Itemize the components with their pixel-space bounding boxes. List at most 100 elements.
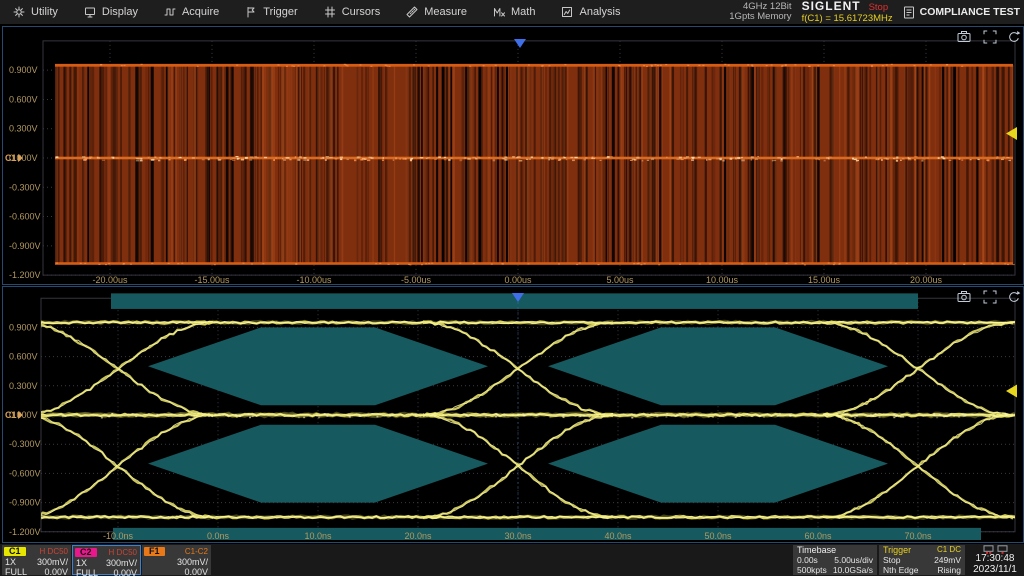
channel-tag-c1: C1 bbox=[5, 410, 17, 420]
trigger-position-marker[interactable] bbox=[514, 39, 526, 48]
timebase-delay: 0.00s bbox=[797, 555, 818, 565]
c2-offset-label: 0.00V bbox=[113, 568, 137, 576]
timebase-sample-rate: 10.0GSa/s bbox=[833, 565, 873, 575]
menu-bar: Utility Display Acquire Trigger Cursors Measu… bbox=[0, 0, 1024, 24]
time-tick-label: 15.00us bbox=[808, 275, 841, 284]
menu-item-analysis[interactable]: Analysis bbox=[548, 0, 633, 24]
menu-item-label: Trigger bbox=[263, 6, 297, 18]
time-tick-label: -10.0ns bbox=[103, 531, 134, 541]
time-tick-label: -20.00us bbox=[92, 275, 128, 284]
time-tick-label: 60.0ns bbox=[804, 531, 832, 541]
clock-panel[interactable]: 17:30:48 2023/11/1 bbox=[967, 545, 1023, 575]
compliance-test-label: COMPLIANCE TEST bbox=[920, 6, 1020, 18]
channel-box-c1[interactable]: C1 H DC50 1X 300mV/ FULL 0.00V bbox=[2, 545, 71, 575]
time-tick-label: 5.00us bbox=[606, 275, 634, 284]
menu-item-measure[interactable]: Measure bbox=[393, 0, 480, 24]
compliance-test-button[interactable]: COMPLIANCE TEST bbox=[903, 6, 1020, 19]
c1-badge: C1 bbox=[4, 547, 26, 556]
status-bar: C1 H DC50 1X 300mV/ FULL 0.00V C2 H DC50… bbox=[0, 544, 1024, 576]
brand-block: SIGLENT Stop f(C1) = 15.61723MHz bbox=[802, 1, 893, 24]
main-waveform-plot[interactable]: 0.900V0.600V0.300V0.000V-0.300V-0.600V-0… bbox=[3, 27, 1023, 284]
timebase-points: 500kpts bbox=[797, 565, 827, 575]
menu-item-cursors[interactable]: Cursors bbox=[311, 0, 394, 24]
time-tick-label: 10.00us bbox=[706, 275, 739, 284]
channel-tag-c1: C1 bbox=[5, 153, 17, 163]
menu-item-label: Acquire bbox=[182, 6, 219, 18]
report-icon bbox=[903, 6, 915, 19]
c1-acquisition-trace bbox=[55, 64, 1015, 266]
channel-box-c2[interactable]: C2 H DC50 1X 300mV/ FULL 0.00V bbox=[72, 545, 141, 575]
time-tick-label: 50.0ns bbox=[704, 531, 732, 541]
menu-items: Utility Display Acquire Trigger Cursors Measu… bbox=[0, 0, 633, 24]
c1-offset-label: 0.00V bbox=[44, 567, 68, 576]
menu-item-label: Measure bbox=[424, 6, 467, 18]
f1-source-label: C1-C2 bbox=[185, 547, 208, 556]
frequency-counter-readout: f(C1) = 15.61723MHz bbox=[802, 14, 893, 24]
math-icon bbox=[493, 6, 505, 18]
time-tick-label: -5.00us bbox=[401, 275, 432, 284]
timebase-title: Timebase bbox=[797, 545, 836, 555]
gear-icon bbox=[13, 6, 25, 18]
menu-bar-right: 4GHz 12Bit 1Gpts Memory SIGLENT Stop f(C… bbox=[729, 0, 1020, 24]
trigger-title: Trigger bbox=[883, 545, 911, 555]
menu-item-display[interactable]: Display bbox=[71, 0, 151, 24]
trigger-panel[interactable]: Trigger C1 DC Stop 249mV Nth Edge Rising bbox=[879, 545, 965, 575]
time-tick-label: 0.0ns bbox=[207, 531, 230, 541]
volt-tick-label: -1.200V bbox=[9, 270, 41, 280]
run-state-indicator[interactable]: Stop bbox=[869, 3, 889, 13]
time-tick-label: 20.0ns bbox=[404, 531, 432, 541]
trigger-level-marker[interactable] bbox=[1006, 385, 1017, 398]
clock-time: 17:30:48 bbox=[967, 554, 1023, 565]
c2-probe-label: 1X bbox=[76, 558, 87, 568]
trigger-status: Stop bbox=[883, 555, 901, 565]
menu-item-label: Math bbox=[511, 6, 535, 18]
display-icon bbox=[84, 6, 96, 18]
trigger-level: 249mV bbox=[934, 555, 961, 565]
timebase-scale: 5.00us/div bbox=[834, 555, 873, 565]
restore-icon[interactable] bbox=[1010, 31, 1021, 41]
acquire-icon bbox=[164, 6, 176, 18]
volt-tick-label: 0.300V bbox=[9, 124, 38, 134]
volt-tick-label: 0.900V bbox=[9, 322, 38, 332]
measure-icon bbox=[406, 6, 418, 18]
time-tick-label: 10.0ns bbox=[304, 531, 332, 541]
volt-tick-label: 0.300V bbox=[9, 381, 38, 391]
c1-eye-trace bbox=[23, 321, 1015, 518]
timebase-panel[interactable]: Timebase 0.00s 5.00us/div 500kpts 10.0GS… bbox=[793, 545, 877, 575]
volt-tick-label: -0.900V bbox=[9, 241, 41, 251]
menu-item-label: Analysis bbox=[579, 6, 620, 18]
menu-item-math[interactable]: Math bbox=[480, 0, 548, 24]
c2-badge: C2 bbox=[75, 548, 97, 557]
menu-item-utility[interactable]: Utility bbox=[0, 0, 71, 24]
c2-scale-label: 300mV/ bbox=[106, 558, 137, 568]
function-box-f1[interactable]: F1 C1-C2 300mV/ 0.00V bbox=[142, 545, 211, 575]
volt-tick-label: -0.600V bbox=[9, 212, 41, 222]
volt-tick-label: -0.900V bbox=[9, 498, 41, 508]
f1-scale-label: 300mV/ bbox=[177, 557, 208, 567]
c1-probe-label: 1X bbox=[5, 557, 16, 567]
brand-logo: SIGLENT bbox=[802, 1, 861, 11]
time-tick-label: 20.00us bbox=[910, 275, 943, 284]
c2-bandwidth-label: FULL bbox=[76, 568, 98, 576]
camera-icon[interactable] bbox=[958, 32, 970, 42]
volt-tick-label: -1.200V bbox=[9, 527, 41, 537]
time-tick-label: 0.00us bbox=[504, 275, 532, 284]
volt-tick-label: 0.600V bbox=[9, 94, 38, 104]
time-tick-label: 70.0ns bbox=[904, 531, 932, 541]
trigger-source: C1 DC bbox=[937, 545, 961, 555]
menu-item-acquire[interactable]: Acquire bbox=[151, 0, 232, 24]
clock-date: 2023/11/1 bbox=[967, 565, 1023, 576]
menu-item-trigger[interactable]: Trigger bbox=[232, 0, 310, 24]
camera-icon[interactable] bbox=[958, 292, 970, 302]
eye-diagram-plot[interactable]: 0.900V0.600V0.300V0.000V-0.300V-0.600V-0… bbox=[3, 287, 1023, 542]
c2-coupling-label: H DC50 bbox=[109, 548, 137, 557]
main-waveform-window[interactable]: 0.900V0.600V0.300V0.000V-0.300V-0.600V-0… bbox=[2, 26, 1024, 285]
acquisition-info[interactable]: 4GHz 12Bit 1Gpts Memory bbox=[729, 2, 791, 22]
f1-offset-label: 0.00V bbox=[184, 567, 208, 576]
eye-diagram-window[interactable]: 0.900V0.600V0.300V0.000V-0.300V-0.600V-0… bbox=[2, 286, 1024, 543]
c1-coupling-label: H DC50 bbox=[40, 547, 68, 556]
window-toolbar bbox=[958, 291, 1020, 303]
fullscreen-icon[interactable] bbox=[984, 291, 996, 303]
flag-icon bbox=[245, 6, 257, 18]
menu-item-label: Utility bbox=[31, 6, 58, 18]
